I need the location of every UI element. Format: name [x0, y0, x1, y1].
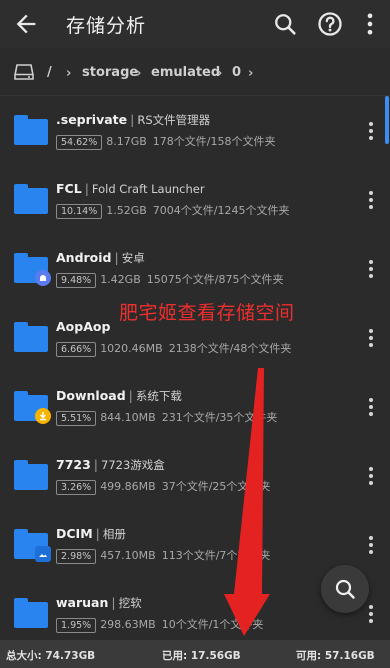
used-size: 已用: 17.56GB — [162, 650, 241, 662]
folder-name: Android — [56, 250, 112, 265]
folder-size: 1.42GB — [100, 273, 141, 286]
breadcrumb-emulated[interactable]: emulated — [151, 65, 220, 80]
folder-alias: 相册 — [102, 527, 126, 541]
storage-drive-icon[interactable] — [14, 63, 34, 81]
list-item[interactable]: Download | 系统下载 5.51% 844.10MB 231个文件/35个文件夹 — [0, 372, 390, 441]
percent-badge: 10.14% — [56, 204, 103, 219]
percent-badge: 9.48% — [56, 273, 97, 288]
breadcrumb: / › storage › emulated › 0 › — [0, 48, 390, 96]
folder-icon — [14, 391, 51, 424]
list-item[interactable]: FCL | Fold Craft Launcher 10.14% 1.52GB 7004… — [0, 165, 390, 234]
folder-name: 7723 — [56, 457, 91, 472]
folder-icon — [14, 598, 48, 628]
item-more-icon[interactable] — [364, 398, 378, 418]
folder-alias: 挖软 — [118, 596, 142, 610]
folder-name: Download — [56, 388, 126, 403]
chevron-right-icon: › — [217, 66, 223, 81]
image-badge-icon — [35, 546, 51, 562]
more-vert-icon[interactable] — [356, 10, 384, 38]
percent-badge: 6.66% — [56, 342, 97, 357]
total-size: 总大小: 74.73GB — [6, 650, 96, 662]
item-more-icon[interactable] — [364, 467, 378, 487]
folder-size: 499.86MB — [100, 480, 156, 493]
folder-name: .seprivate — [56, 112, 128, 127]
folder-alias: Fold Craft Launcher — [91, 182, 205, 196]
available-size: 可用: 57.16GB — [296, 650, 375, 662]
folder-size: 298.63MB — [100, 618, 156, 631]
folder-counts: 178个文件/158个文件夹 — [152, 135, 276, 148]
breadcrumb-current[interactable]: 0 — [232, 65, 241, 80]
item-more-icon[interactable] — [364, 605, 378, 625]
folder-alias: 安卓 — [121, 251, 145, 265]
folder-alias: 系统下载 — [135, 389, 182, 403]
percent-badge: 2.98% — [56, 549, 97, 564]
item-more-icon[interactable] — [364, 122, 378, 142]
scrollbar[interactable] — [385, 96, 389, 144]
list-item[interactable]: 7723 | 7723游戏盒 3.26% 499.86MB 37个文件/25个文件夹 — [0, 441, 390, 510]
folder-alias: RS文件管理器 — [137, 113, 211, 127]
folder-size: 844.10MB — [100, 411, 156, 424]
percent-badge: 3.26% — [56, 480, 97, 495]
android-badge-icon — [35, 270, 51, 286]
page-title: 存储分析 — [66, 15, 147, 37]
percent-badge: 54.62% — [56, 135, 103, 150]
item-more-icon[interactable] — [364, 191, 378, 211]
download-badge-icon — [35, 408, 51, 424]
folder-icon — [14, 115, 48, 145]
folder-icon — [14, 253, 51, 286]
folder-size: 457.10MB — [100, 549, 156, 562]
folder-size: 1020.46MB — [100, 342, 163, 355]
folder-alias: 7723游戏盒 — [101, 458, 165, 472]
list-item[interactable]: Android | 安卓 9.48% 1.42GB 15075个文件/875个文件夹 — [0, 234, 390, 303]
folder-size: 1.52GB — [106, 204, 147, 217]
app-bar: 存储分析 — [0, 0, 390, 48]
breadcrumb-storage[interactable]: storage — [82, 65, 138, 80]
folder-list: .seprivate | RS文件管理器 54.62% 8.17GB 178个文件/15… — [0, 96, 390, 636]
chevron-right-icon: › — [66, 66, 72, 81]
chevron-right-icon: › — [248, 66, 254, 81]
back-arrow-icon[interactable] — [12, 10, 40, 38]
folder-name: AopAop — [56, 319, 111, 334]
chevron-right-icon: › — [136, 66, 142, 81]
folder-icon — [14, 460, 48, 490]
help-icon[interactable] — [316, 10, 344, 38]
floating-search-button[interactable] — [321, 565, 369, 613]
overlay-caption: 肥宅姬查看存储空间 — [119, 302, 295, 324]
item-more-icon[interactable] — [364, 329, 378, 349]
folder-counts: 15075个文件/875个文件夹 — [146, 273, 284, 286]
list-item[interactable]: .seprivate | RS文件管理器 54.62% 8.17GB 178个文件/15… — [0, 96, 390, 165]
search-icon[interactable] — [271, 10, 299, 38]
folder-counts: 2138个文件/48个文件夹 — [168, 342, 292, 355]
percent-badge: 5.51% — [56, 411, 97, 426]
folder-name: DCIM — [56, 526, 93, 541]
search-icon — [335, 579, 355, 599]
folder-icon — [14, 184, 48, 214]
item-more-icon[interactable] — [364, 536, 378, 556]
folder-counts: 7004个文件/1245个文件夹 — [152, 204, 290, 217]
storage-summary-bar: 总大小: 74.73GB 已用: 17.56GB 可用: 57.16GB — [0, 640, 390, 668]
red-arrow-annotation — [224, 368, 270, 636]
percent-badge: 1.95% — [56, 618, 97, 633]
folder-size: 8.17GB — [106, 135, 147, 148]
breadcrumb-root[interactable]: / — [47, 65, 52, 80]
item-more-icon[interactable] — [364, 260, 378, 280]
folder-name: waruan — [56, 595, 109, 610]
folder-icon — [14, 322, 48, 352]
folder-name: FCL — [56, 181, 82, 196]
folder-icon — [14, 529, 51, 562]
